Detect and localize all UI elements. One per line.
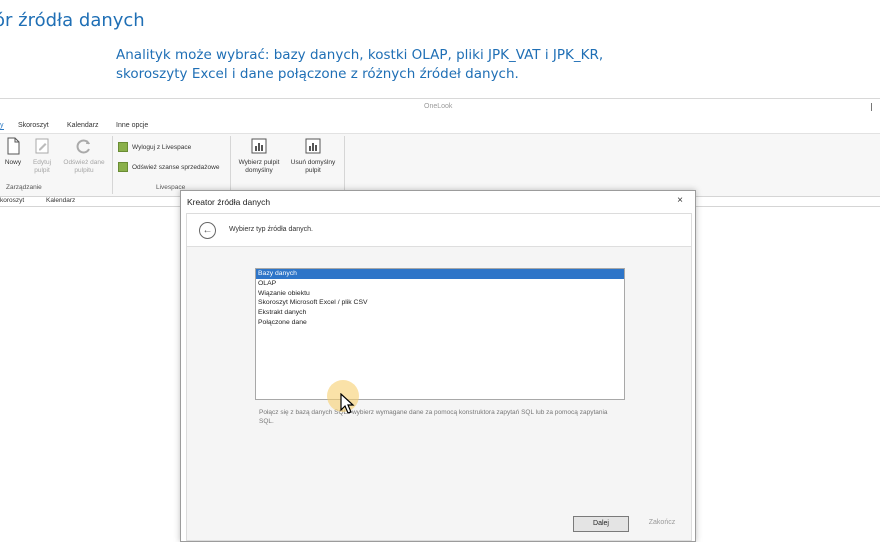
list-item[interactable]: Wiązanie obiektu (256, 289, 624, 299)
logout-livespace-button[interactable]: Wyloguj z Livespace (118, 142, 191, 152)
remove-default-dashboard-label: Usuń domyślny pulpit (290, 159, 336, 174)
new-button[interactable]: Nowy (2, 136, 24, 167)
slide-subtitle: Analityk może wybrać: bazy danych, kostk… (116, 46, 603, 84)
ribbon-tab-skoroszyt[interactable]: Skoroszyt (18, 122, 49, 129)
ribbon-separator (112, 136, 113, 194)
new-button-label: Nowy (4, 159, 22, 166)
app-titlebar: OneLook (0, 99, 880, 117)
choose-default-dashboard-label: Wybierz pulpit domyślny (238, 159, 280, 174)
ribbon-separator (344, 136, 345, 194)
list-item[interactable]: Bazy danych (256, 269, 624, 279)
group-label-zarzadzanie: Zarządzanie (6, 184, 42, 191)
step-label: Wybierz typ źródła danych. (229, 226, 313, 233)
dialog-titlebar: Kreator źródła danych × (181, 191, 695, 211)
edit-dashboard-label: Edytuj pulpit (32, 159, 52, 174)
list-item[interactable]: Ekstrakt danych (256, 308, 624, 318)
logout-icon (118, 142, 128, 152)
refresh-sales-label: Odśwież szanse sprzedażowe (132, 163, 220, 171)
list-item[interactable]: Skoroszyt Microsoft Excel / plik CSV (256, 298, 624, 308)
doc-tab-skoroszyt[interactable]: koroszyt (0, 197, 24, 204)
choose-default-dashboard-button[interactable]: Wybierz pulpit domyślny (234, 136, 284, 175)
new-document-icon (7, 137, 20, 155)
mouse-cursor-icon (340, 393, 355, 414)
refresh-sales-button[interactable]: Odśwież szanse sprzedażowe (118, 162, 219, 172)
edit-dashboard-icon (35, 138, 49, 154)
close-icon[interactable]: × (677, 195, 683, 206)
window-control[interactable] (871, 103, 878, 111)
logout-livespace-label: Wyloguj z Livespace (132, 143, 192, 151)
dialog-body: ← Wybierz typ źródła danych. Bazy danych… (186, 213, 692, 541)
refresh-icon (76, 139, 90, 154)
doc-tab-kalendarz[interactable]: Kalendarz (46, 197, 75, 204)
app-title: OneLook (424, 103, 453, 110)
ribbon-tab-inne-opcje[interactable]: Inne opcje (116, 122, 148, 129)
slide-subtitle-line-1: Analityk może wybrać: bazy danych, kostk… (116, 47, 604, 63)
finish-button[interactable]: Zakończ (642, 516, 682, 530)
choose-dashboard-icon (251, 138, 267, 154)
back-arrow-icon[interactable]: ← (199, 222, 216, 239)
list-item[interactable]: OLAP (256, 279, 624, 289)
remove-default-dashboard-button[interactable]: Usuń domyślny pulpit (288, 136, 338, 175)
ribbon: Nowy Edytuj pulpit Odśwież dane pulpitu … (0, 133, 880, 197)
slide-title: ór źródła danych (0, 10, 145, 31)
wizard-step-bar: ← Wybierz typ źródła danych. (187, 214, 691, 247)
dialog-title: Kreator źródła danych (187, 197, 271, 207)
refresh-sales-icon (118, 162, 128, 172)
next-button[interactable]: Dalej (573, 516, 629, 532)
ribbon-tabs: y Skoroszyt Kalendarz Inne opcje (0, 119, 880, 133)
slide-subtitle-line-2: skoroszyty Excel i dane połączone z różn… (116, 66, 519, 82)
list-item[interactable]: Połączone dane (256, 318, 624, 328)
refresh-dashboard-label: Odśwież dane pulpitu (63, 159, 105, 174)
ribbon-tab-home[interactable]: y (0, 122, 4, 130)
ribbon-tab-kalendarz[interactable]: Kalendarz (67, 122, 99, 129)
data-source-description: Połącz się z bazą danych SQL i wybierz w… (259, 409, 608, 425)
remove-dashboard-icon (305, 138, 321, 154)
refresh-dashboard-button[interactable]: Odśwież dane pulpitu (60, 136, 108, 175)
ribbon-separator (230, 136, 231, 194)
edit-dashboard-button[interactable]: Edytuj pulpit (28, 136, 56, 175)
data-source-type-list[interactable]: Bazy danych OLAP Wiązanie obiektu Skoros… (255, 268, 625, 400)
data-source-wizard-dialog: Kreator źródła danych × ← Wybierz typ źr… (180, 190, 696, 542)
